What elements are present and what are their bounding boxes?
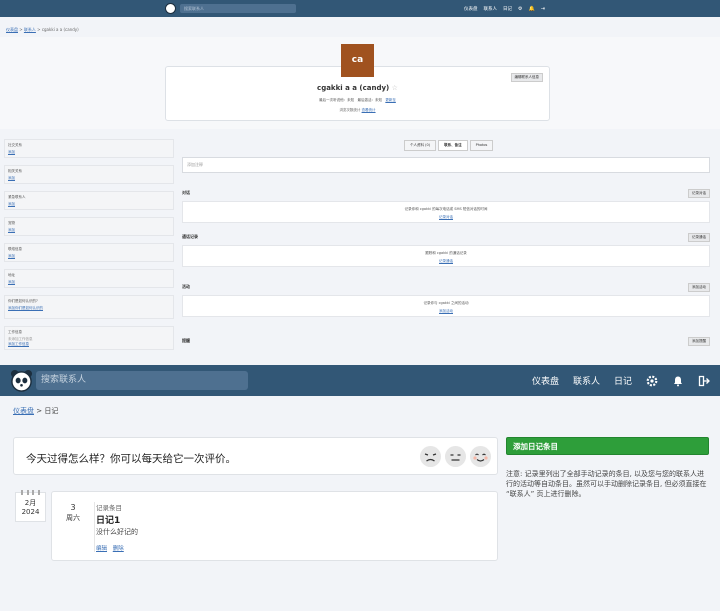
journal-page-screenshot: 搜索联系人 仪表盘 联系人 日记 仪表盘 > 日记 今天过得怎么样？你可以每天给… xyxy=(0,365,720,611)
mood-rating-card: 今天过得怎么样？你可以每天给它一次评价。 xyxy=(13,437,498,475)
contact-page-screenshot: 搜索联系人 仪表盘 联系人 日记 ⚙ 🔔 ⇥ 仪表盘 > 联系人 > cgakk… xyxy=(0,0,720,351)
sidebar-box: 工作信息 未添加工作信息 添加工作信息 xyxy=(4,326,174,350)
search-input[interactable]: 搜索联系人 xyxy=(36,371,248,390)
logout-icon[interactable] xyxy=(698,375,710,387)
journal-note: 注意: 记录里列出了全部手动记录的条目, 以及您与您的联系人进行的活动等自动条目… xyxy=(506,470,707,498)
contact-tabs: 个人资料 (0) 联系、备注 Photos xyxy=(404,140,494,151)
section-conversations: 对话 记录对话 记录你和 cgakki 的每次电话或 SMS 短信对话的时间 记录对… xyxy=(182,188,710,223)
top-nav-dashboard[interactable]: 仪表盘 xyxy=(464,6,478,12)
logout-icon[interactable]: ⇥ xyxy=(541,6,545,12)
star-icon[interactable]: ☆ xyxy=(392,84,398,92)
entry-day-number: 3 xyxy=(70,503,76,512)
tab-profile[interactable]: 个人资料 (0) xyxy=(404,140,437,151)
contact-views: 浏览次数统计 查看统计 xyxy=(339,108,376,112)
top-crumb-current: cgakki a a (candy) xyxy=(41,27,79,32)
gear-icon[interactable]: ⚙ xyxy=(518,6,522,12)
sidebar-box: 地址 添加 xyxy=(4,269,174,288)
add-reminder-button[interactable]: 添加提醒 xyxy=(688,336,710,346)
contact-meta: 最后一次听说他：未知 最后激活：未知 更新至 xyxy=(319,98,396,102)
top-crumb-contacts[interactable]: 联系人 xyxy=(24,27,36,32)
entry-title: 日记1 xyxy=(96,516,121,526)
nav-contacts[interactable]: 联系人 xyxy=(573,374,600,387)
bell-icon[interactable]: 🔔 xyxy=(528,6,534,12)
section-activities: 活动 添加活动 记录你与 cgakki 之间的活动 添加活动 xyxy=(182,282,710,317)
journal-entry-card: 3 周六 记录条目 日记1 没什么好记的 编辑 删除 xyxy=(51,491,498,561)
note-input[interactable]: 添加注释 xyxy=(182,157,710,173)
view-stats-link[interactable]: 查看统计 xyxy=(362,108,376,112)
entry-day: 3 周六 xyxy=(52,502,95,552)
delete-entry-link[interactable]: 删除 xyxy=(113,546,124,552)
log-call-link[interactable]: 记录通话 xyxy=(183,259,709,264)
update-link[interactable]: 更新至 xyxy=(385,98,396,102)
happy-face-icon[interactable] xyxy=(470,446,491,467)
crumb-current: 日记 xyxy=(44,407,59,415)
entry-month: 2月 xyxy=(24,499,37,507)
entry-type: 记录条目 xyxy=(96,504,122,512)
contact-name: cgakki a a (candy) ☆ xyxy=(317,84,398,92)
log-call-button[interactable]: 记录通话 xyxy=(688,232,710,242)
mood-question: 今天过得怎么样？你可以每天给它一次评价。 xyxy=(26,453,236,465)
add-activity-link[interactable]: 添加活动 xyxy=(183,309,709,314)
panda-logo-icon[interactable] xyxy=(165,3,176,14)
sidebar-add-link[interactable]: 添加你们是如何认识的 xyxy=(8,306,170,311)
sidebar-add-link[interactable]: 添加 xyxy=(8,202,170,207)
top-crumb-dashboard[interactable]: 仪表盘 xyxy=(6,27,18,32)
calendar-date-icon: 2月 2024 xyxy=(15,490,46,522)
log-conversation-button[interactable]: 记录对话 xyxy=(688,188,710,198)
entry-weekday: 周六 xyxy=(66,514,80,522)
sidebar-add-link[interactable]: 添加 xyxy=(8,280,170,285)
top-nav-journal[interactable]: 日记 xyxy=(503,6,512,12)
screenshot-separator xyxy=(0,351,720,365)
breadcrumb: 仪表盘 > 日记 xyxy=(13,407,59,415)
entry-year: 2024 xyxy=(21,508,40,516)
nav-dashboard[interactable]: 仪表盘 xyxy=(532,374,559,387)
nav-journal[interactable]: 日记 xyxy=(614,374,632,387)
panda-logo-icon[interactable] xyxy=(10,369,33,392)
sidebar-add-link[interactable]: 添加 xyxy=(8,176,170,181)
top-search-input[interactable]: 搜索联系人 xyxy=(180,4,296,13)
sidebar-add-link[interactable]: 添加 xyxy=(8,150,170,155)
gear-icon[interactable] xyxy=(646,375,658,387)
entry-body: 没什么好记的 xyxy=(96,528,138,536)
sad-face-icon[interactable] xyxy=(420,446,441,467)
sidebar-box: 宠物 添加 xyxy=(4,217,174,236)
add-activity-button[interactable]: 添加活动 xyxy=(688,282,710,292)
sidebar-box: 相关关系 添加 xyxy=(4,165,174,184)
section-reminders: 提醒 添加提醒 xyxy=(182,336,710,346)
sidebar-box: 社交关系 添加 xyxy=(4,139,174,158)
entry-actions: 编辑 删除 xyxy=(96,544,128,552)
edit-contact-button[interactable]: 编辑联系人信息 xyxy=(510,73,543,82)
sidebar-box: 你们是如何认识的? 添加你们是如何认识的 xyxy=(4,295,174,319)
top-breadcrumb: 仪表盘 > 联系人 > cgakki a a (candy) xyxy=(6,27,79,32)
journal-entry-row: 2月 2024 3 周六 记录条目 日记1 没什么好记的 编辑 删除 xyxy=(13,490,498,562)
crumb-dashboard[interactable]: 仪表盘 xyxy=(13,407,34,415)
tab-photos[interactable]: Photos xyxy=(469,140,494,151)
bell-icon[interactable] xyxy=(672,375,684,387)
contact-sidebar: 社交关系 添加 相关关系 添加 紧急联系人 添加 宠物 添加 联络信息 添加 地址 添加 你… xyxy=(4,139,174,351)
top-navbar: 搜索联系人 仪表盘 联系人 日记 ⚙ 🔔 ⇥ xyxy=(0,0,720,17)
sidebar-add-link[interactable]: 添加 xyxy=(8,254,170,259)
top-nav-contacts[interactable]: 联系人 xyxy=(484,6,498,12)
sidebar-add-link[interactable]: 添加工作信息 xyxy=(8,342,170,347)
neutral-face-icon[interactable] xyxy=(445,446,466,467)
section-calls: 通话记录 记录通话 跟踪和 cgakki 的通话记录 记录通话 xyxy=(182,232,710,267)
navbar: 搜索联系人 仪表盘 联系人 日记 xyxy=(0,365,720,396)
tab-notes[interactable]: 联系、备注 xyxy=(438,140,468,151)
sidebar-add-link[interactable]: 添加 xyxy=(8,228,170,233)
sidebar-box: 联络信息 添加 xyxy=(4,243,174,262)
avatar: ca xyxy=(341,44,374,77)
log-conversation-link[interactable]: 记录对话 xyxy=(183,215,709,220)
edit-entry-link[interactable]: 编辑 xyxy=(96,546,107,552)
add-journal-entry-button[interactable]: 添加日记条目 xyxy=(506,437,709,455)
sidebar-box: 紧急联系人 添加 xyxy=(4,191,174,210)
